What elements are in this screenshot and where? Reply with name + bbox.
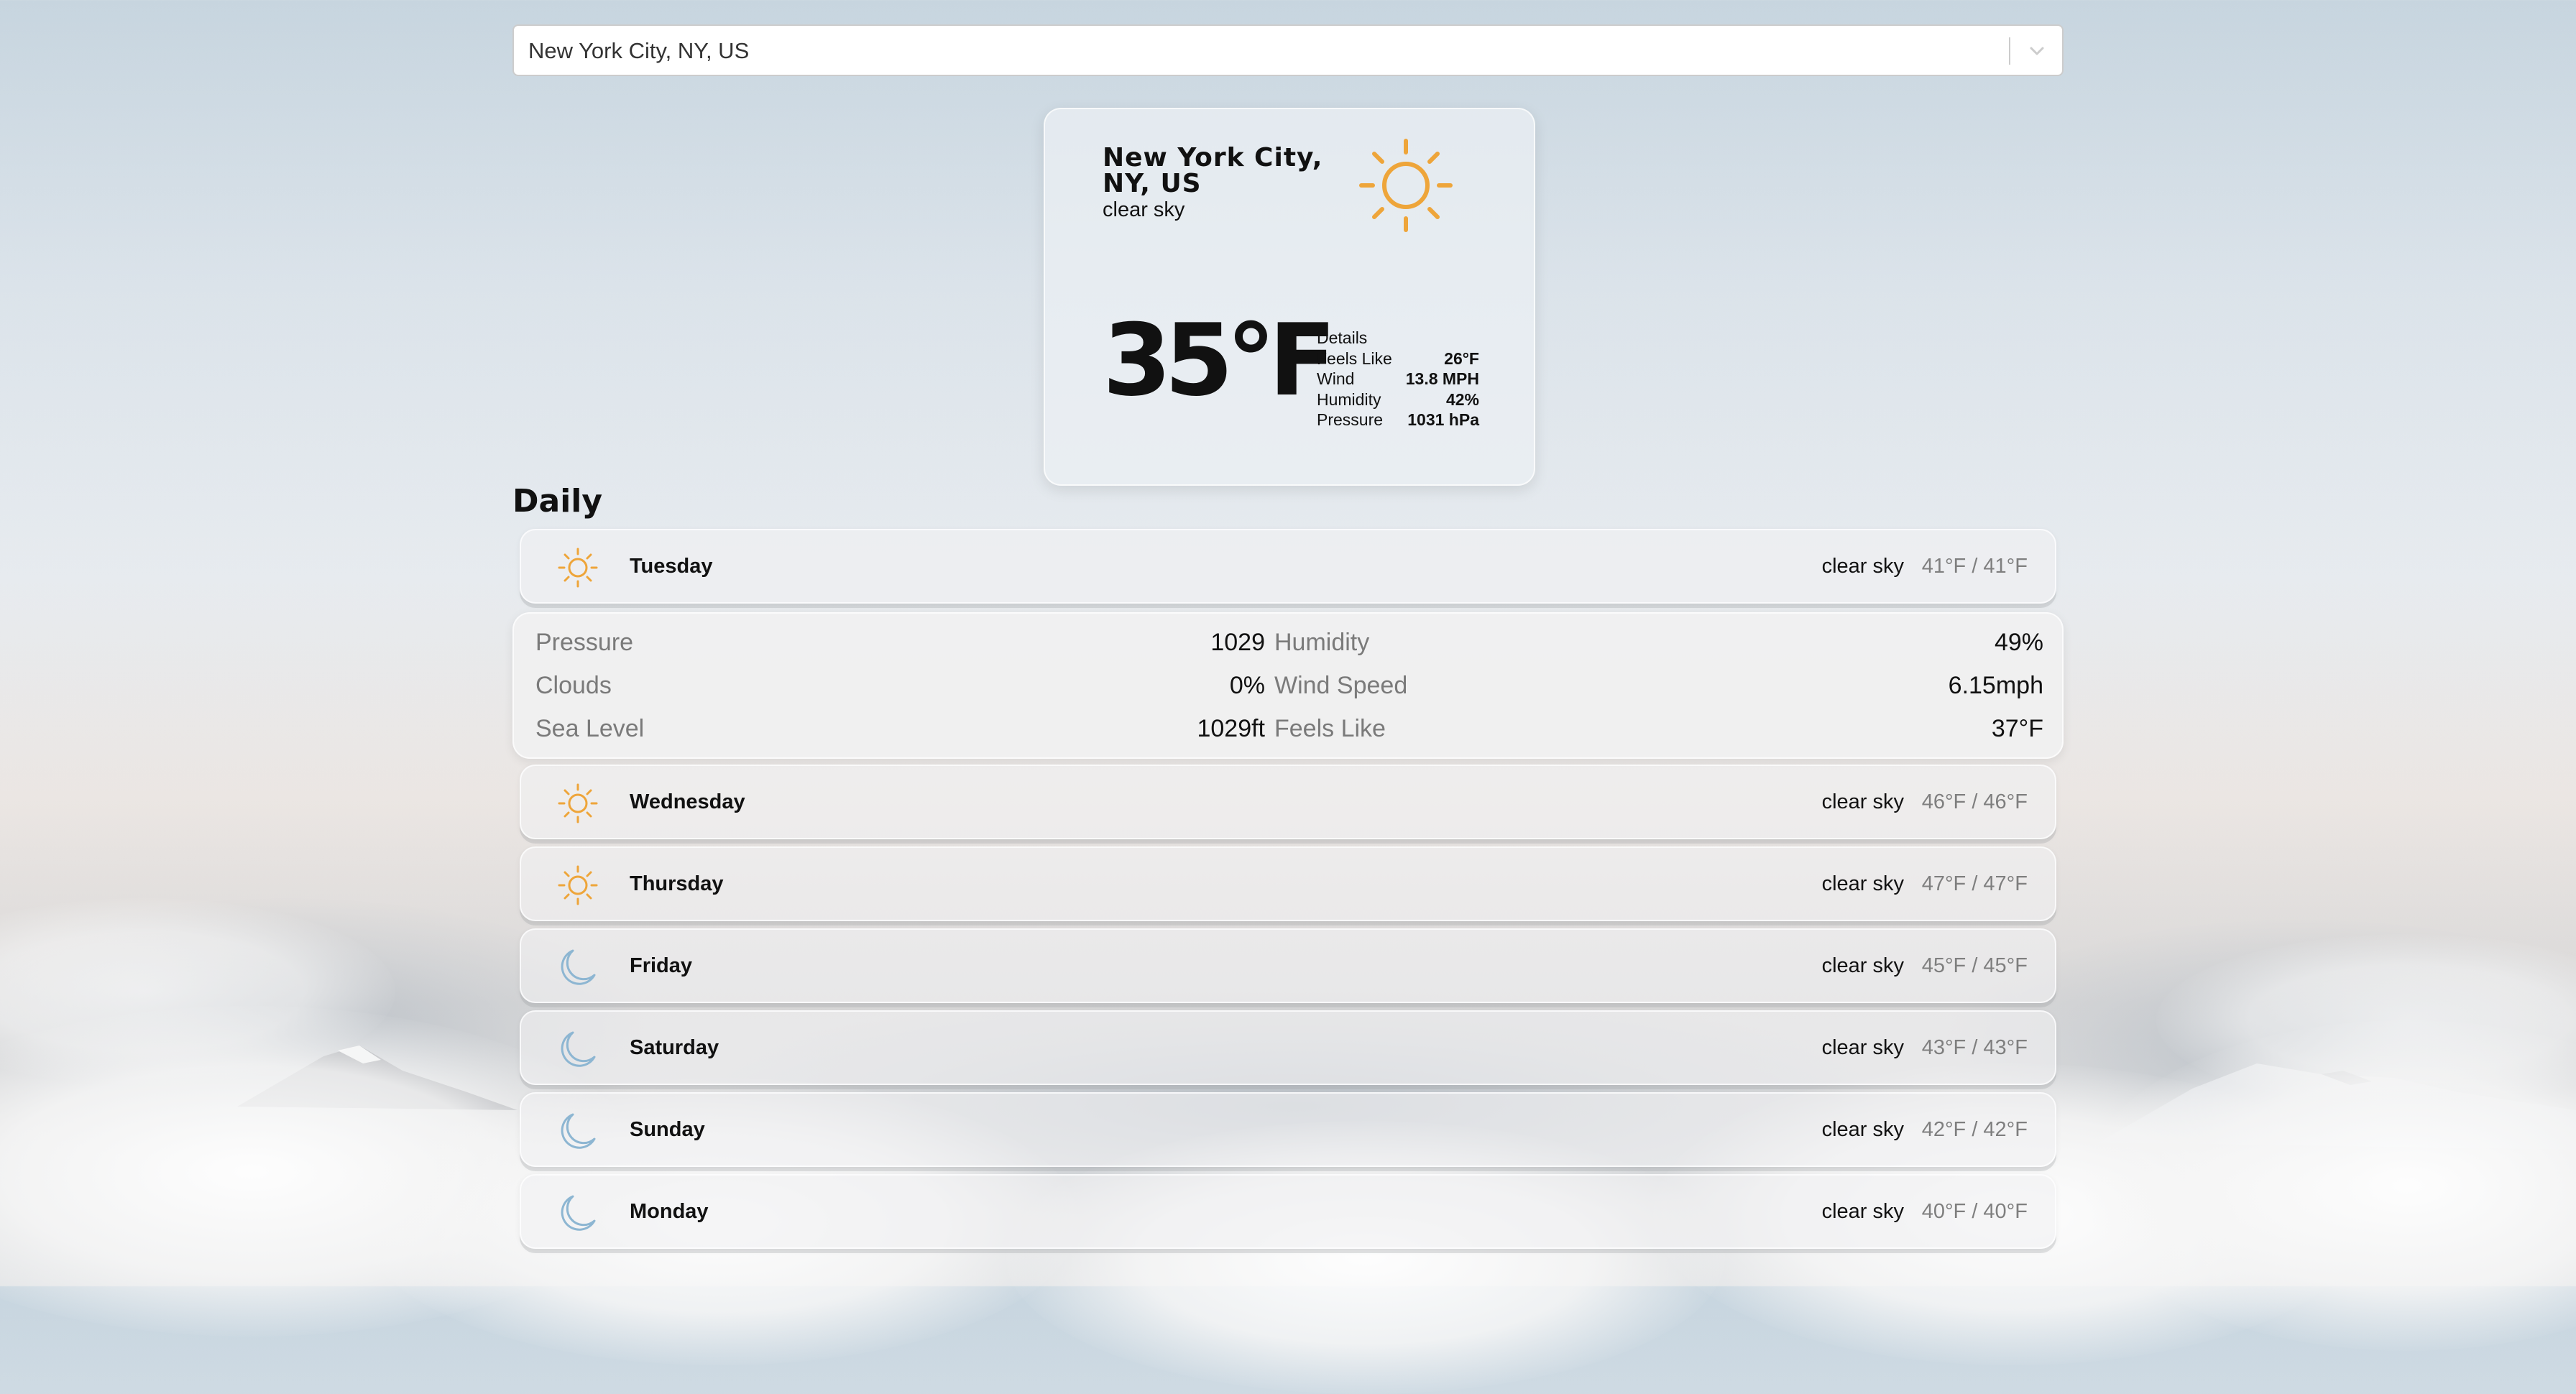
day-description: clear sky (1821, 872, 1904, 895)
select-separator (2009, 37, 2010, 65)
detail-value: 26°F (1444, 348, 1479, 368)
detail-label: Clouds (535, 672, 612, 699)
day-description: clear sky (1821, 1036, 1904, 1059)
day-name: Saturday (630, 1036, 719, 1059)
day-name: Wednesday (630, 790, 745, 813)
daily-item-tuesday[interactable]: Tuesday clear sky 41°F / 41°F (520, 529, 2056, 604)
day-temperature-range: 45°F / 45°F (1921, 954, 2028, 977)
detail-label: Pressure (535, 629, 634, 656)
sun-icon (1356, 135, 1456, 236)
detail-value: 6.15mph (1948, 672, 2043, 699)
day-temperature-range: 40°F / 40°F (1921, 1200, 2028, 1223)
day-temperature-range: 47°F / 47°F (1921, 872, 2028, 895)
daily-item-thursday[interactable]: Thursday clear sky 47°F / 47°F (520, 846, 2056, 921)
city-search-value: New York City, NY, US (528, 38, 750, 63)
moon-icon (557, 946, 599, 988)
day-description: clear sky (1821, 954, 1904, 977)
daily-details-panel: Pressure 1029 Humidity 49% Clouds 0% Win… (512, 612, 2064, 759)
daily-item-friday[interactable]: Friday clear sky 45°F / 45°F (520, 928, 2056, 1003)
detail-wind-speed: Wind Speed 6.15mph (1274, 665, 2043, 706)
daily-item-wednesday[interactable]: Wednesday clear sky 46°F / 46°F (520, 765, 2056, 839)
detail-value: 1031 hPa (1407, 410, 1479, 429)
detail-label: Wind (1317, 369, 1355, 388)
daily-item-saturday[interactable]: Saturday clear sky 43°F / 43°F (520, 1010, 2056, 1085)
detail-humidity: Humidity 49% (1274, 622, 2043, 663)
current-details: Details Feels Like 26°F Wind 13.8 MPH Hu… (1317, 328, 1479, 430)
detail-value: 42% (1445, 389, 1479, 409)
detail-value: 13.8 MPH (1405, 369, 1479, 388)
sun-icon (557, 783, 599, 824)
day-description: clear sky (1821, 1200, 1904, 1223)
current-temperature: 35°F (1103, 303, 1336, 418)
detail-feels-like: Feels Like 37°F (1274, 708, 2043, 749)
detail-value: 1029ft (1197, 715, 1265, 742)
detail-row-feels-like: Feels Like 26°F (1317, 348, 1479, 369)
day-name: Tuesday (630, 555, 713, 578)
day-name: Sunday (630, 1118, 705, 1141)
detail-clouds: Clouds 0% (535, 665, 1265, 706)
weather-app: New York City, NY, US New York City, NY,… (512, 24, 2064, 1249)
chevron-down-icon[interactable] (2025, 40, 2049, 62)
detail-label: Sea Level (535, 715, 645, 742)
day-description: clear sky (1821, 555, 1904, 578)
day-name: Thursday (630, 872, 724, 895)
city-search-select[interactable]: New York City, NY, US (512, 24, 2064, 76)
day-temperature-range: 43°F / 43°F (1921, 1036, 2028, 1059)
detail-row-pressure: Pressure 1031 hPa (1317, 410, 1479, 430)
sun-icon (557, 864, 599, 906)
detail-value: 0% (1229, 672, 1265, 699)
detail-row-wind: Wind 13.8 MPH (1317, 369, 1479, 389)
details-title: Details (1317, 328, 1368, 347)
current-weather-card: New York City, NY, US clear sky 35°F Det (1044, 108, 1535, 486)
day-name: Friday (630, 954, 693, 977)
detail-label: Wind Speed (1274, 672, 1408, 699)
detail-sea-level: Sea Level 1029ft (535, 708, 1265, 749)
detail-row-humidity: Humidity 42% (1317, 389, 1479, 410)
day-temperature-range: 42°F / 42°F (1921, 1118, 2028, 1141)
current-description: clear sky (1103, 198, 1185, 221)
current-city: New York City, NY, US (1103, 143, 1323, 198)
moon-icon (557, 1028, 599, 1070)
sun-icon (557, 547, 599, 588)
day-name: Monday (630, 1200, 709, 1223)
detail-value: 37°F (1991, 715, 2043, 742)
day-description: clear sky (1821, 790, 1904, 813)
detail-label: Pressure (1317, 410, 1384, 429)
daily-item-monday[interactable]: Monday clear sky 40°F / 40°F (520, 1174, 2056, 1249)
moon-icon (557, 1110, 599, 1152)
daily-item-sunday[interactable]: Sunday clear sky 42°F / 42°F (520, 1092, 2056, 1167)
daily-title: Daily (512, 483, 603, 520)
detail-label: Humidity (1317, 389, 1381, 409)
day-temperature-range: 41°F / 41°F (1921, 555, 2028, 578)
detail-value: 49% (1994, 629, 2043, 656)
detail-value: 1029 (1210, 629, 1265, 656)
detail-pressure: Pressure 1029 (535, 622, 1265, 663)
moon-icon (557, 1192, 599, 1234)
day-description: clear sky (1821, 1118, 1904, 1141)
detail-label: Feels Like (1317, 348, 1392, 368)
day-temperature-range: 46°F / 46°F (1921, 790, 2028, 813)
detail-label: Humidity (1274, 629, 1370, 656)
detail-label: Feels Like (1274, 715, 1386, 742)
